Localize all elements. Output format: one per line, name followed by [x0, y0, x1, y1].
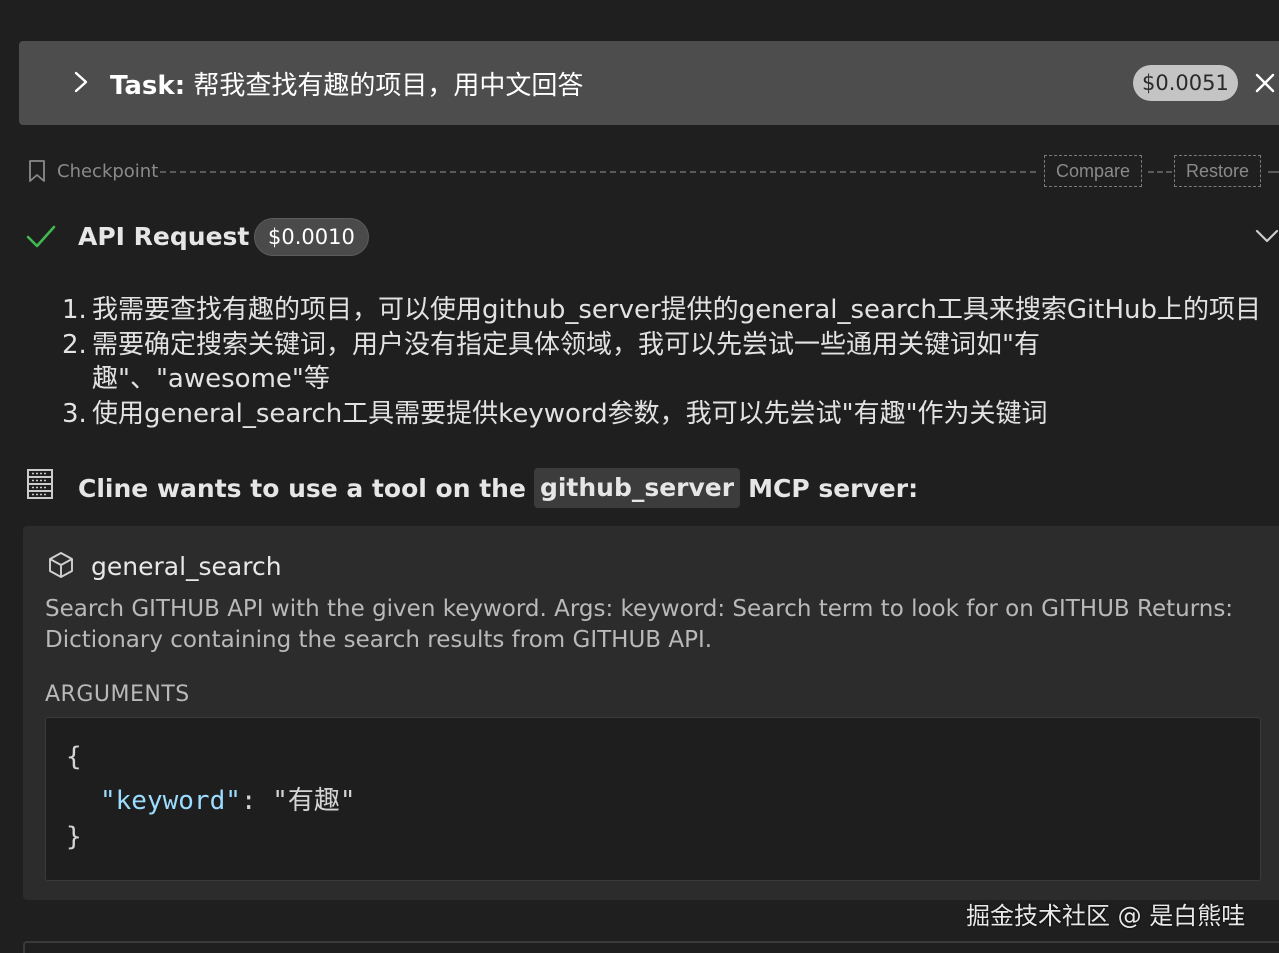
code-brace-open: { [66, 742, 82, 772]
next-card-edge [23, 941, 1279, 953]
task-text: 帮我查找有趣的项目，用中文回答 [193, 71, 584, 101]
mcp-tool-header: Cline wants to use a tool on the github_… [26, 464, 1279, 508]
code-key-line: "keyword": "有趣" [100, 780, 356, 817]
api-request-title: API Request [78, 222, 250, 251]
list-item: 3. 使用general_search工具需要提供keyword参数，我可以先尝… [62, 397, 1277, 432]
json-separator: : [240, 786, 273, 816]
chevron-down-icon[interactable] [1254, 226, 1279, 246]
task-cost-badge: $0.0051 [1133, 65, 1238, 101]
code-brace-close: } [66, 822, 82, 852]
mcp-title: Cline wants to use a tool on the github_… [78, 468, 918, 508]
close-icon[interactable] [1253, 71, 1277, 95]
checkpoint-row: Checkpoint Compare Restore [26, 155, 1279, 189]
list-text: 需要确定搜索关键词，用户没有指定具体领域，我可以先尝试一些通用关键词如"有趣"、… [92, 329, 1040, 395]
server-icon [27, 469, 53, 499]
chevron-right-icon[interactable] [69, 69, 93, 95]
mcp-prefix: Cline wants to use a tool on the [78, 473, 526, 503]
cube-icon [49, 552, 73, 578]
mcp-suffix: MCP server: [748, 473, 919, 503]
api-request-row[interactable]: API Request $0.0010 [26, 216, 1279, 258]
divider [1268, 171, 1279, 173]
list-text: 使用general_search工具需要提供keyword参数，我可以先尝试"有… [92, 398, 1048, 429]
bookmark-icon [29, 160, 45, 182]
tool-description: Search GITHUB API with the given keyword… [45, 596, 1234, 653]
list-number: 3. [62, 398, 87, 429]
chat-view: Task: 帮我查找有趣的项目，用中文回答 $0.0051 Checkpoint… [0, 0, 1279, 953]
tool-card: general_search Search GITHUB API with th… [23, 526, 1279, 900]
arguments-code-block: { "keyword": "有趣" } [45, 717, 1261, 881]
task-header[interactable]: Task: 帮我查找有趣的项目，用中文回答 $0.0051 [19, 41, 1279, 125]
divider [160, 171, 1036, 173]
tool-name: general_search [91, 552, 282, 581]
restore-button[interactable]: Restore [1174, 155, 1262, 187]
checkpoint-label: Checkpoint [57, 161, 159, 182]
list-number: 2. [62, 329, 87, 360]
list-item: 2. 需要确定搜索关键词，用户没有指定具体领域，我可以先尝试一些通用关键词如"有… [62, 328, 1277, 397]
reasoning-list: 1. 我需要查找有趣的项目，可以使用github_server提供的genera… [62, 293, 1277, 431]
json-value: "有趣" [272, 786, 356, 816]
list-number: 1. [62, 295, 87, 325]
task-title: Task: 帮我查找有趣的项目，用中文回答 [110, 65, 583, 102]
compare-button[interactable]: Compare [1044, 155, 1143, 187]
json-key: "keyword" [100, 786, 241, 816]
divider [1148, 171, 1172, 173]
list-item: 1. 我需要查找有趣的项目，可以使用github_server提供的genera… [62, 293, 1277, 328]
server-name-chip: github_server [533, 468, 741, 508]
list-text: 我需要查找有趣的项目，可以使用github_server提供的general_s… [92, 295, 1261, 325]
arguments-label: ARGUMENTS [45, 682, 190, 707]
check-icon [26, 225, 56, 248]
watermark: 掘金技术社区 @ 是白熊哇 [966, 902, 1246, 930]
api-cost-badge: $0.0010 [254, 218, 369, 256]
task-label: Task: [110, 71, 186, 101]
